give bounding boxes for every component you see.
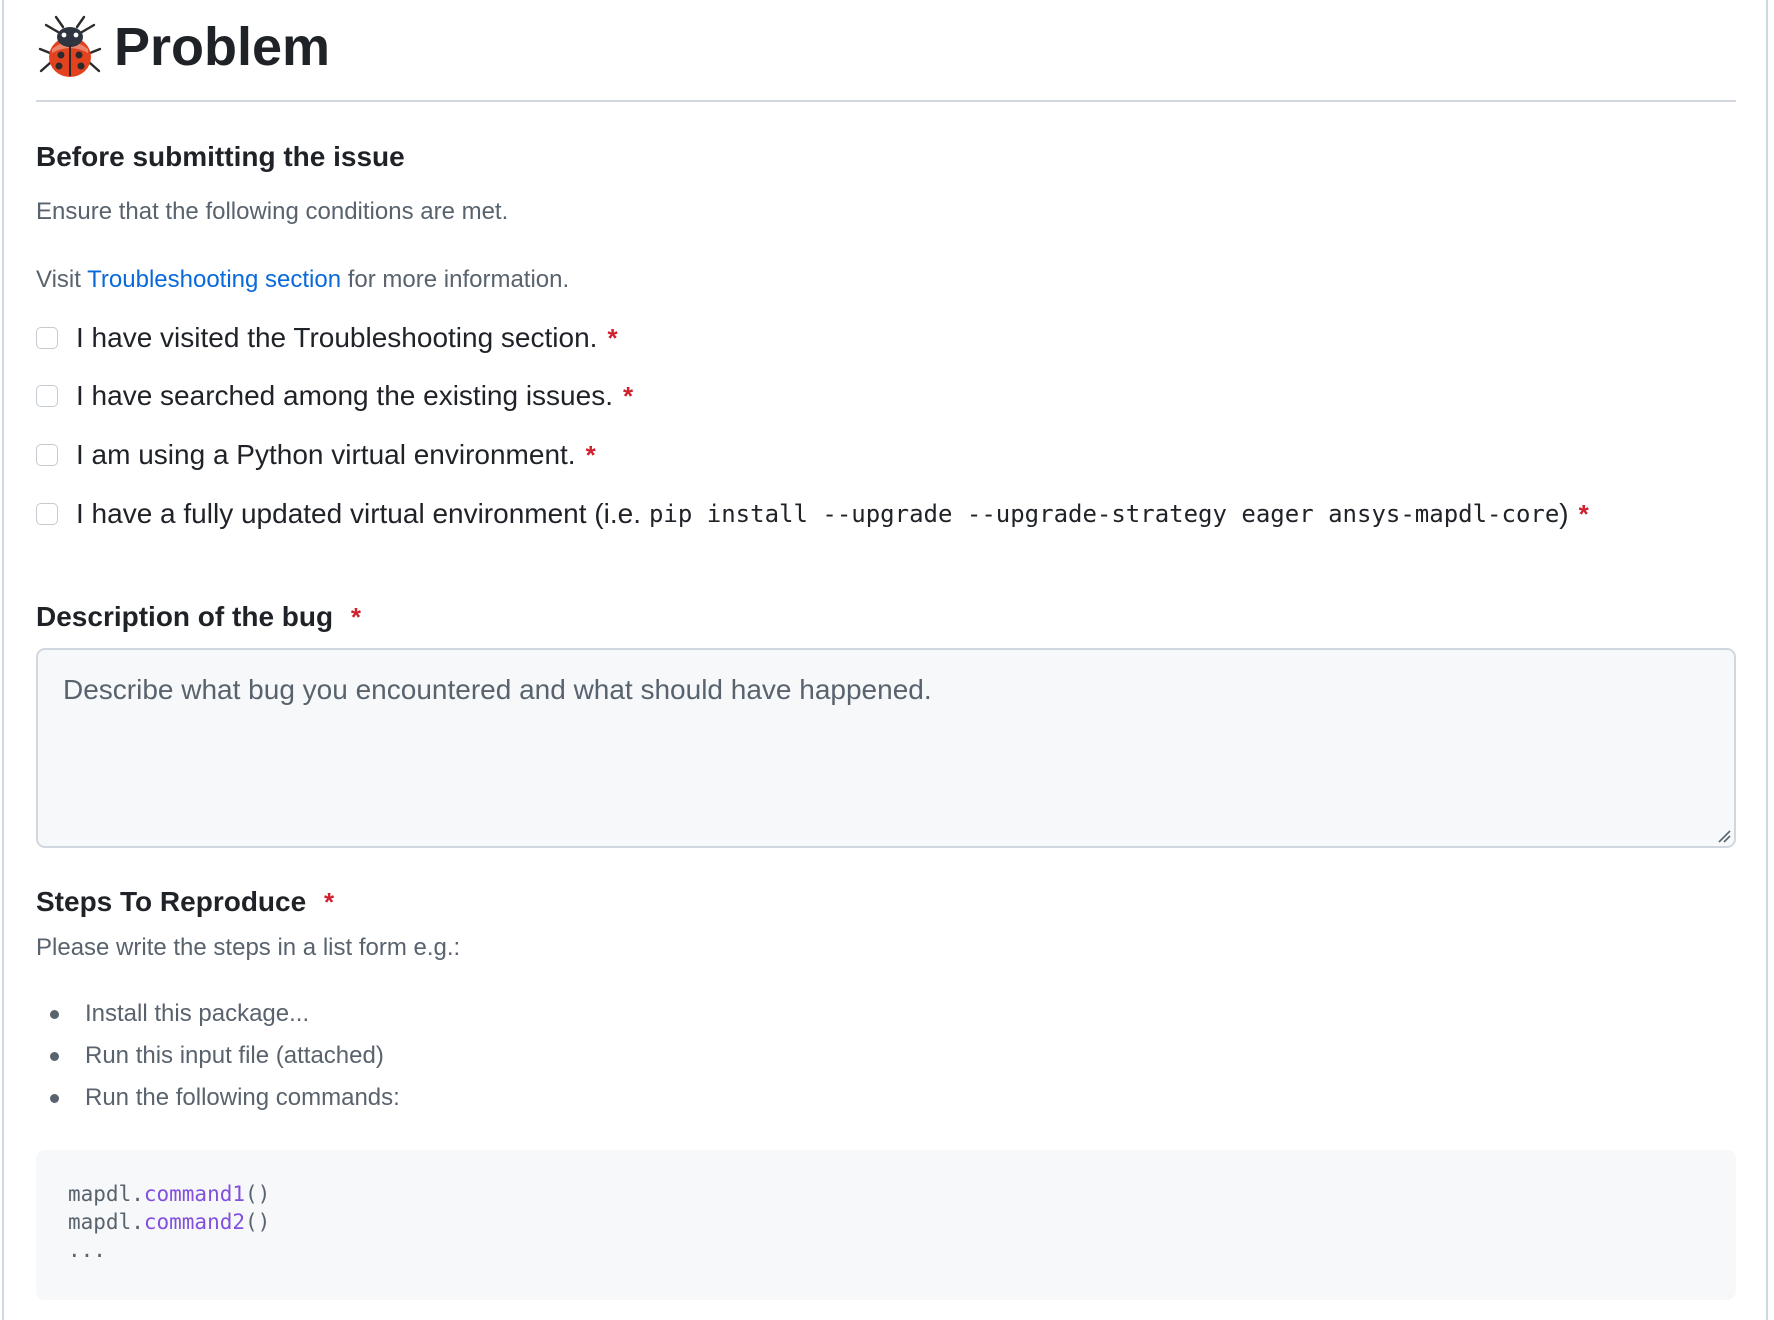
troubleshooting-link[interactable]: Troubleshooting section <box>87 266 341 293</box>
steps-label-text: Steps To Reproduce <box>36 886 307 917</box>
code-block: mapdl.command1() mapdl.command2() ... <box>36 1150 1736 1300</box>
checkbox-existing-issues[interactable] <box>36 385 58 407</box>
list-item: Run this input file (attached) <box>50 1038 384 1074</box>
description-label: Description of the bug * <box>36 600 361 634</box>
checkbox-label: I have searched among the existing issue… <box>76 380 613 411</box>
conditions-intro: Ensure that the following conditions are… <box>36 198 509 225</box>
checkbox-troubleshooting[interactable] <box>36 327 58 349</box>
checkbox-virtual-environment[interactable] <box>36 444 58 466</box>
code-line: ... <box>68 1236 106 1264</box>
code-object: ... <box>68 1238 106 1262</box>
list-item-text: Run this input file (attached) <box>85 1042 384 1069</box>
steps-label: Steps To Reproduce * <box>36 885 334 919</box>
list-item: Run the following commands: <box>50 1080 400 1116</box>
required-asterisk: * <box>323 887 335 917</box>
pip-command-code: pip install --upgrade --upgrade-strategy… <box>648 500 1560 528</box>
code-args: () <box>245 1210 271 1234</box>
description-placeholder: Describe what bug you encountered and wh… <box>63 674 932 705</box>
list-item: Install this package... <box>50 996 309 1032</box>
checkbox-label: I have visited the Troubleshooting secti… <box>76 322 598 353</box>
description-label-text: Description of the bug <box>36 601 334 632</box>
checkbox-row-updated-environment[interactable]: I have a fully updated virtual environme… <box>36 494 1589 534</box>
required-asterisk: * <box>350 602 362 632</box>
checkbox-row-existing-issues[interactable]: I have searched among the existing issue… <box>36 376 633 416</box>
required-asterisk: * <box>1578 498 1589 529</box>
description-textarea[interactable]: Describe what bug you encountered and wh… <box>36 648 1736 848</box>
visit-suffix: for more information. <box>347 266 570 293</box>
checkbox-label: I am using a Python virtual environment. <box>76 439 576 470</box>
list-item-text: Run the following commands: <box>85 1084 400 1111</box>
visit-prefix: Visit <box>36 266 81 293</box>
checkbox-label-prefix: I have a fully updated virtual environme… <box>76 498 641 529</box>
troubleshooting-note: Visit Troubleshooting section for more i… <box>36 264 569 295</box>
required-asterisk: * <box>607 322 618 353</box>
steps-hint: Please write the steps in a list form e.… <box>36 934 461 961</box>
code-args: () <box>245 1182 271 1206</box>
code-line: mapdl.command1() <box>68 1180 270 1208</box>
required-asterisk: * <box>622 380 634 411</box>
form-header: Problem <box>36 12 330 82</box>
bullet-icon <box>50 1051 59 1061</box>
checkbox-row-virtual-environment[interactable]: I am using a Python virtual environment.… <box>36 435 596 475</box>
resize-grip-icon[interactable] <box>1716 828 1732 844</box>
bullet-icon <box>50 1009 59 1019</box>
list-item-text: Install this package... <box>85 1000 310 1027</box>
checkbox-row-troubleshooting[interactable]: I have visited the Troubleshooting secti… <box>36 318 618 358</box>
page-right-border <box>1766 0 1768 1320</box>
code-object: mapdl. <box>68 1210 144 1234</box>
page-left-border <box>2 0 4 1320</box>
required-asterisk: * <box>585 439 596 470</box>
code-line: mapdl.command2() <box>68 1208 270 1236</box>
ladybug-icon <box>38 15 102 77</box>
bullet-icon <box>50 1093 59 1103</box>
code-function: command1 <box>143 1182 246 1206</box>
checkbox-label-suffix: ) <box>1559 498 1569 529</box>
page-title: Problem <box>114 17 331 77</box>
code-object: mapdl. <box>68 1182 144 1206</box>
before-submitting-heading: Before submitting the issue <box>36 141 405 172</box>
title-divider <box>36 100 1736 102</box>
checkbox-updated-environment[interactable] <box>36 503 58 525</box>
code-function: command2 <box>143 1210 246 1234</box>
